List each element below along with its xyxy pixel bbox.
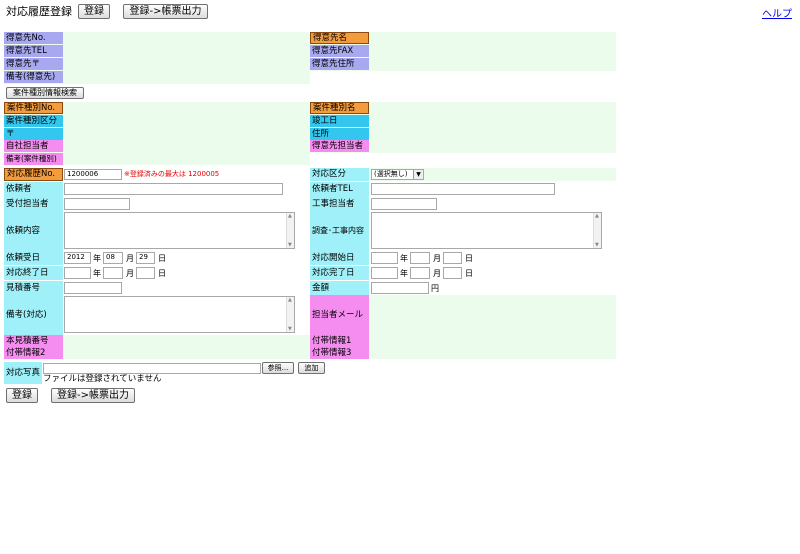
history-no-note: ※登録済みの最大は 1200005 [124,170,220,178]
response-note-textarea[interactable] [64,296,295,333]
requester-label: 依頼者 [4,182,63,197]
customer-note-label: 備考(得意先) [4,71,63,83]
case-customer-staff-label: 得意先担当者 [310,140,369,152]
photo-file-input[interactable] [43,363,261,374]
amount-input[interactable] [371,282,429,294]
start-date-label: 対応開始日 [310,251,369,265]
help-link[interactable]: ヘルプ [762,5,792,20]
extra3-label: 付帯情報3 [310,347,369,359]
start-day-unit: 日 [465,254,473,263]
received-year-unit: 年 [93,254,101,263]
customer-note-empty [310,71,616,84]
case-search-button[interactable]: 案件種別情報検索 [6,87,84,99]
estimate-no-input[interactable] [64,282,122,294]
case-address-label: 住所 [310,128,369,140]
receiver-input[interactable] [64,198,130,210]
response-note-scrollbar[interactable] [286,297,294,332]
request-content-scrollbar[interactable] [286,213,294,248]
case-zip-label: 〒 [4,128,63,140]
construction-staff-label: 工事担当者 [310,197,369,211]
complete-date-label: 対応完了日 [310,266,369,280]
received-year-input[interactable]: 2012 [64,252,91,264]
end-year-unit: 年 [93,269,101,278]
customer-zip-label: 得意先〒 [4,58,63,70]
customer-tel-label: 得意先TEL [4,45,63,57]
requester-tel-label: 依頼者TEL [310,182,369,197]
complete-month-input[interactable] [410,267,430,279]
category-label: 対応区分 [310,168,369,181]
survey-content-scrollbar[interactable] [593,213,601,248]
staff-mail-label: 担当者メール [310,295,369,335]
customer-address-label: 得意先住所 [310,58,369,70]
case-staff-label: 自社担当者 [4,140,63,152]
received-day-input[interactable]: 29 [136,252,155,264]
no-file-text: ファイルは登録されていません [43,374,162,384]
received-day-unit: 日 [158,254,166,263]
requester-tel-input[interactable] [371,183,555,195]
extra1-label: 付帯情報1 [310,335,369,347]
construction-staff-input[interactable] [371,198,437,210]
case-note-label: 備考(案件種別) [4,153,63,165]
register-button-top[interactable]: 登録 [78,4,110,19]
end-day-input[interactable] [136,267,155,279]
customer-fax-label: 得意先FAX [310,45,369,57]
requester-input[interactable] [64,183,283,195]
start-day-input[interactable] [443,252,462,264]
case-no-label: 案件種別No. [4,102,63,114]
browse-button[interactable]: 参照... [262,362,294,374]
staff-mail-bg [369,295,616,335]
start-month-input[interactable] [410,252,430,264]
received-date-label: 依頼受日 [4,251,63,265]
complete-day-input[interactable] [443,267,462,279]
receiver-label: 受付担当者 [4,197,63,211]
extra2-label: 付帯情報2 [4,347,63,359]
register-print-button-top[interactable]: 登録->帳票出力 [123,4,208,19]
case-completion-label: 竣工日 [310,115,369,127]
main-estimate-label: 本見積番号 [4,335,63,347]
complete-year-unit: 年 [400,269,408,278]
estimate-no-label: 見積番号 [4,281,63,295]
end-date-label: 対応終了日 [4,266,63,280]
amount-label: 金額 [310,281,369,295]
survey-content-textarea[interactable] [371,212,602,249]
case-name-label: 案件種別名 [310,102,369,114]
received-month-unit: 月 [126,254,134,263]
case-class-label: 案件種別区分 [4,115,63,127]
register-print-button-bottom[interactable]: 登録->帳票出力 [51,388,135,403]
add-photo-button[interactable]: 追加 [298,362,325,374]
customer-name-label: 得意先名 [310,32,369,44]
register-button-bottom[interactable]: 登録 [6,388,38,403]
amount-unit: 円 [431,284,439,293]
history-no-input[interactable]: 1200006 [64,169,122,180]
complete-year-input[interactable] [371,267,398,279]
response-note-label: 備考(対応) [4,295,63,335]
start-year-unit: 年 [400,254,408,263]
complete-month-unit: 月 [433,269,441,278]
start-year-input[interactable] [371,252,398,264]
survey-content-label: 調査･工事内容 [310,211,369,251]
request-content-textarea[interactable] [64,212,295,249]
end-month-unit: 月 [126,269,134,278]
category-select[interactable]: (選択無し) ▼ [371,169,424,180]
end-year-input[interactable] [64,267,91,279]
chevron-down-icon[interactable]: ▼ [413,170,423,179]
photo-label: 対応写真 [4,362,42,384]
history-no-label: 対応履歴No. [4,168,63,181]
request-content-label: 依頼内容 [4,211,63,251]
category-select-value: (選択無し) [374,170,408,178]
complete-day-unit: 日 [465,269,473,278]
page-title: 対応履歴登録 [6,5,72,18]
end-month-input[interactable] [103,267,123,279]
customer-no-label: 得意先No. [4,32,63,44]
received-month-input[interactable]: 08 [103,252,123,264]
start-month-unit: 月 [433,254,441,263]
end-day-unit: 日 [158,269,166,278]
case-note-empty [310,153,616,165]
